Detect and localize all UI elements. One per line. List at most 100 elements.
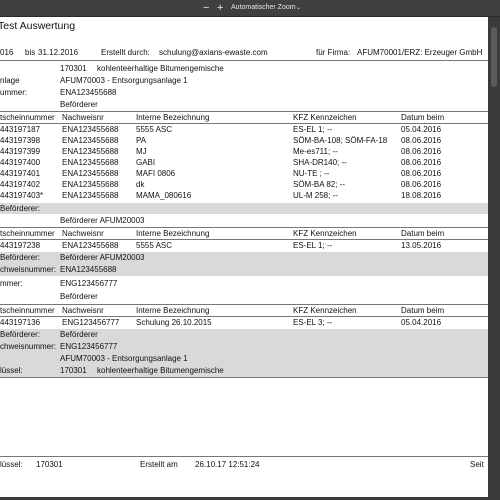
table-cell: 443197401 xyxy=(0,169,41,178)
table-cell: ENA123455688 xyxy=(62,147,119,156)
number-label: ummer: xyxy=(0,88,28,97)
col-header-kfz: KFZ Kennzeichen xyxy=(293,306,357,315)
col-header-datum: Datum beim xyxy=(401,113,445,122)
col-header-nachweis: Nachweisnr xyxy=(62,229,104,238)
table-cell: 443197403* xyxy=(0,191,44,200)
zoom-select[interactable]: Automatischer Zoom xyxy=(231,2,296,14)
col-header-kfz: KFZ Kennzeichen xyxy=(293,229,357,238)
chevron-down-icon[interactable]: ⌄ xyxy=(296,2,301,14)
number2-label: mmer: xyxy=(0,279,23,288)
table-cell: ES-EL 1; -- xyxy=(293,241,333,250)
plant-value: AFUM70003 - Entsorgungsanlage 1 xyxy=(60,76,188,85)
table-cell: 08.06.2016 xyxy=(401,147,442,156)
table-cell: SÖM-BA 82; -- xyxy=(293,180,346,189)
table-cell: SHA-DR140; -- xyxy=(293,158,347,167)
scrollbar[interactable] xyxy=(488,17,500,500)
divider xyxy=(0,60,488,61)
band-value: ENG123456777 xyxy=(60,342,118,351)
plant-label: nlage xyxy=(0,76,20,85)
table-cell: ES-EL 3; -- xyxy=(293,318,333,327)
col-header-datum: Datum beim xyxy=(401,229,445,238)
scrollbar-thumb[interactable] xyxy=(491,27,497,87)
table-cell: ENA123455688 xyxy=(62,169,119,178)
period-from: 016 xyxy=(0,48,14,57)
divider xyxy=(0,377,488,378)
table-cell: ENA123455688 xyxy=(62,136,119,145)
table-cell: 443197399 xyxy=(0,147,41,156)
table-cell: 05.04.2016 xyxy=(401,125,442,134)
created-by: schulung@axians-ewaste.com xyxy=(159,48,268,57)
number-value: ENA123455688 xyxy=(60,88,117,97)
divider xyxy=(0,304,488,305)
befoerderer-afum: Beförderer AFUM20003 xyxy=(60,216,145,225)
table-cell: 443197400 xyxy=(0,158,41,167)
divider xyxy=(0,227,488,228)
col-header-nachweis: Nachweisnr xyxy=(62,306,104,315)
band-value: ENA123455688 xyxy=(60,265,117,274)
table-cell: 443197402 xyxy=(0,180,41,189)
band-value: Beförderer xyxy=(60,330,98,339)
footer-key-label: lüssel: xyxy=(0,460,23,469)
band-label: Beförderer: xyxy=(0,330,41,339)
period-to: 31.12.2016 xyxy=(38,48,79,57)
table-cell: ENG123456777 xyxy=(62,318,120,327)
table-cell: SÖM-BA-108; SÖM-FA-18 xyxy=(293,136,388,145)
table-cell: UL-M 258; -- xyxy=(293,191,338,200)
divider xyxy=(0,123,488,124)
col-header-kfz: KFZ Kennzeichen xyxy=(293,113,357,122)
divider xyxy=(0,111,488,112)
band-label: lüssel: xyxy=(0,366,23,375)
period-to-label: bis xyxy=(25,48,36,57)
band-label: Beförderer: xyxy=(0,253,41,262)
number2-value: ENG123456777 xyxy=(60,279,118,288)
footer-created: 26.10.17 12:51:24 xyxy=(195,460,260,469)
zoom-out-button[interactable]: − xyxy=(203,1,209,15)
band-description: kohlenteerhaltige Bitumengemische xyxy=(97,366,224,375)
table-cell: ES-EL 1; -- xyxy=(293,125,333,134)
table-cell: 443197136 xyxy=(0,318,41,327)
table-cell: PA xyxy=(136,136,147,145)
band-befoerderer xyxy=(0,203,488,214)
col-header-schein: tscheinnummer xyxy=(0,306,55,315)
table-cell: ENA123455688 xyxy=(62,158,119,167)
table-cell: NU-TE ; -- xyxy=(293,169,330,178)
col-header-schein: tscheinnummer xyxy=(0,113,55,122)
befoerderer-label: Beförderer xyxy=(60,100,98,109)
band-label: Beförderer: xyxy=(0,204,41,213)
table-cell: 08.06.2016 xyxy=(401,180,442,189)
viewer-toolbar: − + Automatischer Zoom ⌄ xyxy=(0,0,500,17)
page-title: Test Auswertung xyxy=(0,20,76,32)
company: AFUM70001/ERZ: Erzeuger GmbH xyxy=(357,48,483,57)
table-cell: Me-es711; -- xyxy=(293,147,338,156)
table-cell: ENA123455688 xyxy=(62,241,119,250)
table-cell: MAMA_080616 xyxy=(136,191,192,200)
table-cell: 443197187 xyxy=(0,125,41,134)
band-value: AFUM70003 - Entsorgungsanlage 1 xyxy=(60,354,188,363)
table-cell: 443197398 xyxy=(0,136,41,145)
table-cell: 5555 ASC xyxy=(136,125,173,134)
col-header-datum: Datum beim xyxy=(401,306,445,315)
table-cell: MJ xyxy=(136,147,147,156)
band-label: chweisnummer: xyxy=(0,342,57,351)
table-cell: Schulung 26.10.2015 xyxy=(136,318,212,327)
table-cell: GABI xyxy=(136,158,156,167)
table-cell: 08.06.2016 xyxy=(401,136,442,145)
col-header-schein: tscheinnummer xyxy=(0,229,55,238)
table-cell: ENA123455688 xyxy=(62,125,119,134)
created-by-label: Erstellt durch: xyxy=(101,48,150,57)
zoom-in-button[interactable]: + xyxy=(217,1,223,15)
waste-description: kohlenteerhaltige Bitumengemische xyxy=(97,64,224,73)
table-cell: ENA123455688 xyxy=(62,191,119,200)
band-value: Beförderer AFUM20003 xyxy=(60,253,145,262)
table-cell: dk xyxy=(136,180,145,189)
befoerderer-label: Beförderer xyxy=(60,292,98,301)
band-label: chweisnummer: xyxy=(0,265,57,274)
table-cell: 08.06.2016 xyxy=(401,169,442,178)
table-cell: 08.06.2016 xyxy=(401,158,442,167)
col-header-nachweis: Nachweisnr xyxy=(62,113,104,122)
table-cell: 443197238 xyxy=(0,241,41,250)
table-cell: 18.08.2016 xyxy=(401,191,442,200)
col-header-intern: Interne Bezeichnung xyxy=(136,229,210,238)
band-code: 170301 xyxy=(60,366,87,375)
footer-divider xyxy=(0,456,488,457)
